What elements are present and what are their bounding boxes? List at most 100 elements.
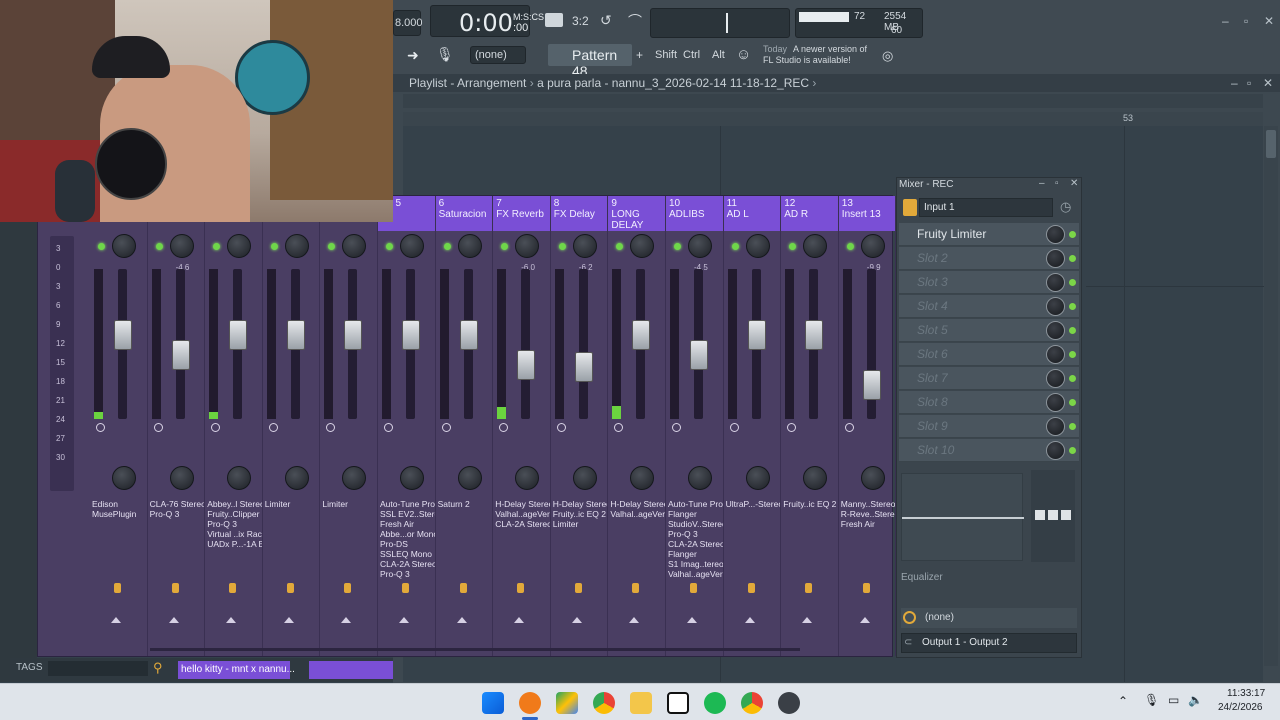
pan-knob[interactable] — [112, 234, 136, 258]
fx-chain-item[interactable]: CLA-2A Stereo — [668, 539, 723, 549]
latency-clock-icon[interactable]: ◷ — [1060, 199, 1071, 215]
fx-chain-item[interactable]: Valhal..ageVerb — [495, 509, 550, 519]
playlist-close-icon[interactable]: ✕ — [1263, 76, 1273, 90]
fx-chain-item[interactable]: SSLEQ Mono — [380, 549, 435, 559]
slot-enable-led[interactable] — [1069, 279, 1076, 286]
strip-enable-led[interactable] — [501, 243, 509, 250]
slot-enable-led[interactable] — [1069, 327, 1076, 334]
slot-mix-knob[interactable] — [1046, 345, 1065, 364]
fx-chain-item[interactable]: CLA-2A Stereo — [495, 519, 550, 529]
strip-header[interactable]: 12 AD R — [781, 196, 838, 231]
record-arm-icon[interactable] — [556, 423, 566, 432]
stereo-sep-knob[interactable] — [342, 466, 367, 490]
route-plug-icon[interactable] — [517, 583, 525, 593]
record-arm-icon[interactable] — [96, 423, 105, 432]
loop-icon[interactable]: ↺ — [600, 12, 612, 29]
fx-chain-item[interactable]: Manny..Stereo — [841, 499, 896, 509]
fx-chain-item[interactable]: Pro-Q 3 — [380, 569, 435, 579]
strip-enable-led[interactable] — [328, 243, 336, 250]
strip-enable-led[interactable] — [98, 243, 105, 250]
fx-chain-item[interactable]: StudioV..Stereo — [668, 519, 723, 529]
time-display[interactable]: 0:00 M:S:CS :00 — [430, 5, 544, 37]
fx-chain-list[interactable]: Auto-Tune ProSSL EV2..StereoFresh AirAbb… — [380, 499, 435, 579]
fx-chain-item[interactable]: Flanger — [668, 509, 723, 519]
volume-fader[interactable] — [747, 320, 766, 350]
record-arm-icon[interactable] — [844, 423, 854, 432]
fx-chain-list[interactable]: UltraP...-Stereo — [726, 499, 781, 509]
slot-mix-knob[interactable] — [1046, 393, 1065, 412]
strip-enable-led[interactable] — [731, 243, 739, 250]
eq-band-sliders[interactable] — [1031, 470, 1075, 562]
fx-slot[interactable]: Slot 8 — [899, 391, 1079, 414]
chrome-profile-icon[interactable] — [741, 692, 763, 714]
pattern-select[interactable]: (none) — [470, 46, 526, 64]
slot-mix-knob[interactable] — [1046, 417, 1065, 436]
pan-knob[interactable] — [342, 234, 367, 258]
volume-fader[interactable] — [286, 320, 305, 350]
fx-chain-item[interactable]: Limiter — [265, 499, 320, 509]
app-icon[interactable] — [778, 692, 800, 714]
stereo-sep-knob[interactable] — [169, 466, 194, 490]
mixer-strip[interactable]: 8 FX Delay -6.2 H-Delay Stereo Fruity..ic … — [550, 196, 609, 656]
strip-enable-led[interactable] — [155, 243, 163, 250]
route-plug-icon[interactable] — [459, 583, 467, 593]
fader-track[interactable] — [521, 269, 531, 419]
fx-slot[interactable]: Fruity Limiter — [899, 223, 1079, 246]
tags-search-input[interactable] — [48, 661, 148, 676]
tray-mic-icon[interactable]: 🎙 — [1144, 693, 1159, 707]
route-arrow-icon[interactable] — [514, 617, 525, 623]
fx-chain-item[interactable]: R-Reve..Stereo — [841, 509, 896, 519]
add-pattern-icon[interactable]: + — [636, 48, 643, 62]
browser-tab-empty[interactable] — [309, 661, 393, 679]
pan-knob[interactable] — [630, 234, 655, 258]
stereo-sep-knob[interactable] — [227, 466, 252, 490]
start-icon[interactable] — [482, 692, 504, 714]
fx-slot[interactable]: Slot 7 — [899, 367, 1079, 390]
fx-chain-list[interactable]: Auto-Tune Pro Flanger StudioV..Stereo Pro-Q… — [668, 499, 723, 579]
route-arrow-icon[interactable] — [168, 617, 179, 623]
slot-enable-led[interactable] — [1069, 375, 1076, 382]
fx-chain-item[interactable]: S1 Imag..tereo — [668, 559, 723, 569]
shift-key[interactable]: Shift — [655, 49, 677, 61]
fx-chain-item[interactable]: Pro-Q 3 — [207, 519, 262, 529]
fx-slot[interactable]: Slot 5 — [899, 319, 1079, 342]
slot-enable-led[interactable] — [1069, 447, 1076, 454]
pan-knob[interactable] — [515, 234, 540, 258]
globe-icon[interactable]: ◎ — [882, 48, 893, 64]
record-arm-icon[interactable] — [672, 423, 681, 432]
volume-fader[interactable] — [344, 320, 363, 350]
fx-chain-list[interactable]: Limiter — [265, 499, 320, 509]
slot-mix-knob[interactable] — [1046, 273, 1065, 292]
slot-mix-knob[interactable] — [1046, 369, 1065, 388]
record-arm-icon[interactable] — [787, 423, 797, 432]
route-plug-icon[interactable] — [805, 583, 813, 593]
close-icon[interactable]: ✕ — [1264, 14, 1274, 28]
fx-chain-item[interactable]: Limiter — [553, 519, 608, 529]
route-arrow-icon[interactable] — [802, 617, 813, 623]
route-arrow-icon[interactable] — [111, 617, 121, 623]
fx-chain-list[interactable]: Limiter — [322, 499, 377, 509]
route-plug-icon[interactable] — [574, 583, 582, 593]
eq-band-mid[interactable] — [1048, 510, 1058, 520]
route-arrow-icon[interactable] — [456, 617, 467, 623]
fx-slot[interactable]: Slot 4 — [899, 295, 1079, 318]
fx-chain-item[interactable]: UltraP...-Stereo — [726, 499, 781, 509]
fx-chain-item[interactable]: Abbe...or Mono — [380, 529, 435, 539]
stereo-sep-knob[interactable] — [860, 466, 885, 490]
route-arrow-icon[interactable] — [744, 617, 755, 623]
hint-message[interactable]: A newer version of FL Studio is availabl… — [763, 44, 878, 66]
fx-chain-item[interactable]: Fresh Air — [841, 519, 896, 529]
browser-tab[interactable]: hello kitty - mnt x nannu... — [178, 661, 295, 679]
fx-chain-item[interactable]: Abbey..l Stereo — [207, 499, 262, 509]
fx-chain-item[interactable]: Fruity..Clipper — [207, 509, 262, 519]
strip-enable-led[interactable] — [674, 243, 681, 250]
eq-band-high[interactable] — [1061, 510, 1071, 520]
volume-fader[interactable] — [229, 320, 248, 350]
volume-fader[interactable] — [114, 320, 132, 350]
fx-chain-item[interactable]: UADx P...-1A EQ — [207, 539, 262, 549]
google-drive-icon[interactable] — [556, 692, 578, 714]
stereo-sep-knob[interactable] — [745, 466, 770, 490]
stereo-sep-knob[interactable] — [400, 466, 424, 490]
fx-slot[interactable]: Slot 9 — [899, 415, 1079, 438]
pan-knob[interactable] — [227, 234, 252, 258]
